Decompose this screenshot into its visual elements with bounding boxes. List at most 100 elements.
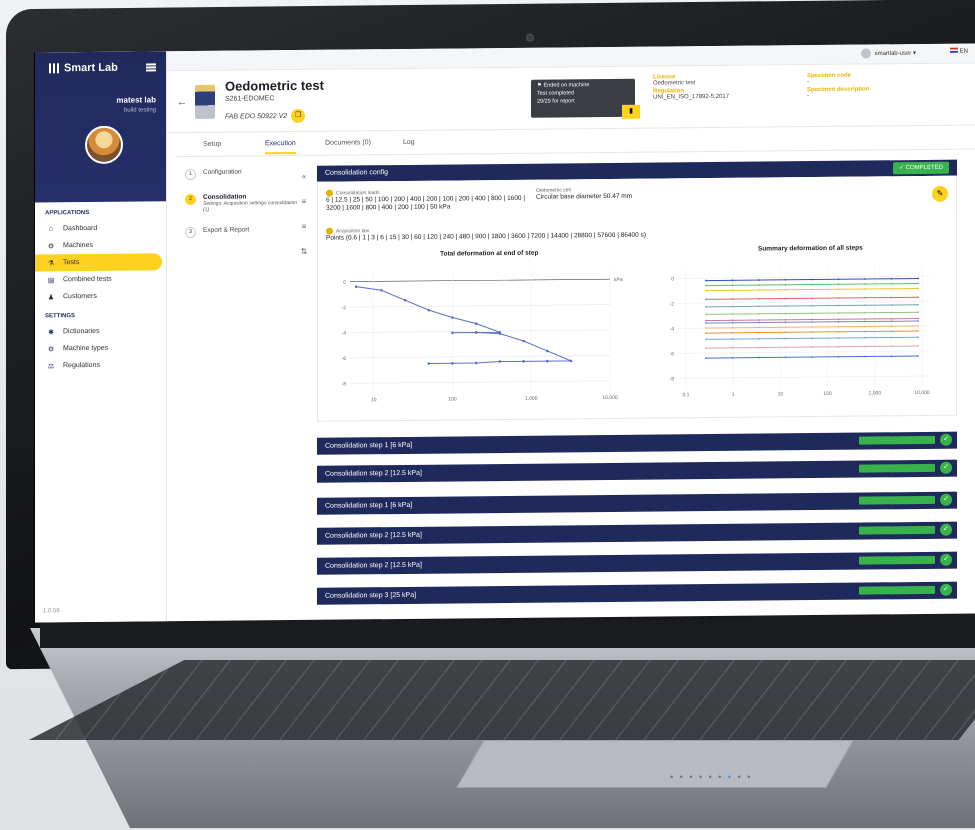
- tab-log[interactable]: Log: [403, 139, 415, 146]
- data-point: [864, 320, 866, 323]
- test-code: S261-EDOMEC: [225, 95, 275, 103]
- data-point: [837, 278, 840, 281]
- consolidation-step-bar[interactable]: Consolidation step 2 [12.5 kPa] ✓: [317, 551, 957, 575]
- step-consolidation[interactable]: 2 Consolidation Settings: Acquisition se…: [185, 193, 300, 213]
- sidebar-item-customers[interactable]: ♟ Customers: [35, 287, 166, 305]
- data-point: [917, 303, 919, 306]
- x-tick-label: 1,000: [869, 390, 882, 396]
- status-line2: 29/29 for report: [537, 98, 575, 105]
- list-icon[interactable]: ≡: [297, 197, 311, 206]
- edit-icon[interactable]: ✎: [932, 185, 948, 202]
- data-point: [837, 288, 840, 291]
- collapse-icon[interactable]: «: [297, 172, 311, 181]
- data-point: [890, 355, 893, 358]
- consolidation-step-bar[interactable]: Consolidation step 3 [25 kPa] ✓: [317, 581, 957, 605]
- consolidation-step-bar[interactable]: Consolidation step 2 [12.5 kPa] ✓: [317, 459, 957, 483]
- check-icon: ✓: [940, 553, 952, 566]
- app-logo[interactable]: Smart Lab: [49, 62, 118, 75]
- deformation-chart: 0 -2 -4 -6 -8 10 100 1,000 10,000 kPa: [342, 268, 623, 403]
- laptop-hinge: [40, 620, 975, 648]
- data-point: [758, 346, 760, 349]
- step-export-report[interactable]: 3 Export & Report: [185, 226, 300, 239]
- data-point: [705, 338, 707, 341]
- data-point: [890, 325, 893, 328]
- data-point: [354, 285, 358, 288]
- progress-bar: [859, 495, 935, 505]
- data-point: [758, 312, 760, 315]
- menu-icon[interactable]: [146, 63, 156, 72]
- data-point: [864, 355, 866, 358]
- data-point: [451, 316, 454, 319]
- tab-documents[interactable]: Documents (0): [325, 139, 371, 146]
- sidebar-item-machine-types[interactable]: ⚙ Machine types: [35, 339, 166, 357]
- y-tick-label: -4: [670, 326, 675, 332]
- data-point: [917, 282, 919, 285]
- data-point: [784, 288, 787, 291]
- step-configuration[interactable]: 1 Configuration: [185, 168, 300, 181]
- org-avatar[interactable]: [85, 125, 123, 165]
- list-alt-icon[interactable]: ≡: [297, 222, 311, 231]
- user-avatar-icon: [860, 48, 871, 59]
- status-leds: • • • • • • • • •: [670, 772, 753, 782]
- data-point: [758, 321, 760, 324]
- y-gridline: [350, 304, 610, 308]
- data-point: [811, 297, 813, 300]
- y-tick-label: -8: [342, 381, 347, 387]
- data-point: [380, 288, 383, 292]
- consolidation-step-bar[interactable]: Consolidation step 1 [6 kPa] ✓: [317, 431, 957, 455]
- consolidation-config-panel: Consolidation config ✓ COMPLETED ✎ Conso…: [317, 159, 957, 422]
- data-point: [784, 356, 787, 359]
- data-point: [811, 278, 813, 281]
- loads-value: 6 | 12.5 | 25 | 50 | 100 | 200 | 400 | 2…: [326, 194, 526, 212]
- data-point: [569, 359, 573, 363]
- tab-setup[interactable]: Setup: [203, 141, 221, 148]
- copy-icon[interactable]: ❐: [291, 108, 306, 124]
- progress-bar: [859, 463, 935, 473]
- data-point: [758, 331, 760, 334]
- consolidation-step-bar[interactable]: Consolidation step 1 [6 kPa] ✓: [317, 491, 957, 515]
- section-applications: APPLICATIONS: [45, 209, 90, 217]
- step-bar-label: Consolidation step 2 [12.5 kPa]: [325, 561, 422, 570]
- data-point: [864, 345, 866, 348]
- data-point: [811, 337, 813, 340]
- back-arrow-icon[interactable]: ←: [177, 97, 187, 108]
- data-point: [731, 331, 734, 334]
- x-axis-label: kPa: [614, 277, 623, 283]
- y-tick-label: -6: [670, 351, 675, 357]
- data-point: [731, 289, 734, 292]
- step-subtitle: Settings: Acquisition settings consolida…: [203, 199, 298, 213]
- status-box: ⚑ Ended on machine Test completed 29/29 …: [531, 78, 635, 118]
- sidebar-item-machines[interactable]: ⚙ Machines: [35, 236, 166, 254]
- step-number: 2: [185, 193, 196, 206]
- data-point: [522, 360, 525, 363]
- step-title: Export & Report: [203, 226, 250, 234]
- data-point: [705, 284, 707, 287]
- sidebar-header: Smart Lab matest lab build testing: [35, 51, 166, 203]
- report-button[interactable]: ▮: [622, 104, 640, 119]
- sort-icon[interactable]: ⇅: [297, 247, 311, 256]
- language-selector[interactable]: EN: [949, 47, 968, 55]
- user-menu[interactable]: smartlab-user ▾: [860, 48, 916, 59]
- sidebar-item-tests[interactable]: ⚗ Tests: [35, 253, 162, 272]
- sidebar-item-dictionaries[interactable]: ✱ Dictionaries: [35, 322, 166, 340]
- data-point: [811, 356, 813, 358]
- data-point: [784, 326, 787, 329]
- sidebar-item-dashboard[interactable]: ⌂ Dashboard: [35, 219, 166, 237]
- consolidation-step-bar[interactable]: Consolidation step 2 [12.5 kPa] ✓: [317, 521, 957, 545]
- y-gridline: [678, 300, 930, 304]
- data-point: [890, 282, 893, 285]
- data-point: [546, 349, 549, 353]
- panel-body: ✎ Consolidation loads 6 | 12.5 | 25 | 50…: [317, 175, 957, 422]
- sidebar-item-regulations[interactable]: ⚖ Regulations: [35, 356, 166, 374]
- data-point: [784, 278, 787, 281]
- progress-bar: [859, 555, 935, 565]
- data-point: [917, 296, 919, 299]
- data-point: [864, 325, 866, 328]
- tab-execution[interactable]: Execution: [265, 140, 296, 155]
- x-tick-label: 100: [448, 396, 457, 402]
- data-point: [731, 284, 734, 287]
- sidebar-item-combined-tests[interactable]: ▤ Combined tests: [35, 270, 166, 288]
- data-point: [705, 322, 707, 324]
- data-point: [864, 330, 866, 333]
- keyboard: [29, 660, 975, 740]
